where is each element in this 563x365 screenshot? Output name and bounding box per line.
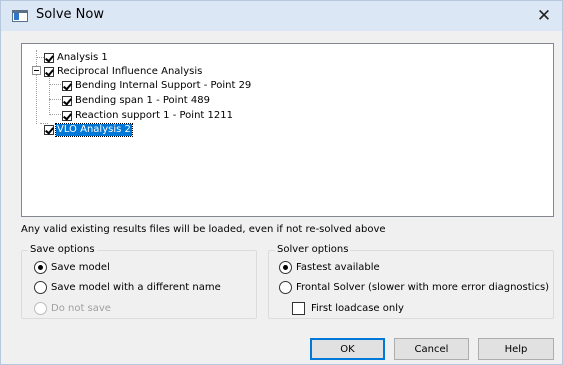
checkbox-icon[interactable]	[292, 302, 305, 315]
solve-now-dialog: Solve Now ✕ Analysis 1 Reciprocal Influe…	[0, 0, 563, 365]
tree-item-vlo-analysis-2[interactable]: VLO Analysis 2	[44, 122, 133, 137]
tree-connector	[49, 75, 50, 115]
radio-fastest-available[interactable]: Fastest available	[279, 261, 380, 274]
radio-label: Do not save	[51, 303, 111, 314]
tree-connector	[49, 84, 61, 85]
tree-item-label: VLO Analysis 2	[55, 122, 133, 137]
collapse-toggle-icon[interactable]	[32, 66, 41, 75]
checkbox-icon[interactable]	[44, 124, 54, 135]
radio-icon[interactable]	[34, 281, 47, 294]
checkbox-icon[interactable]	[44, 52, 54, 63]
checkbox-icon[interactable]	[62, 95, 72, 106]
title-bar: Solve Now ✕	[1, 1, 562, 31]
cancel-button[interactable]: Cancel	[394, 338, 469, 360]
tree-item-reaction-support[interactable]: Reaction support 1 - Point 1211	[62, 109, 234, 122]
window-app-icon	[12, 10, 28, 22]
help-button[interactable]: Help	[478, 338, 554, 360]
analysis-tree[interactable]: Analysis 1 Reciprocal Influence Analysis…	[21, 43, 554, 217]
results-notice: Any valid existing results files will be…	[21, 224, 386, 235]
tree-item-label: Reciprocal Influence Analysis	[57, 65, 203, 77]
tree-connector	[36, 50, 37, 124]
radio-save-model-different-name[interactable]: Save model with a different name	[34, 281, 221, 294]
radio-label: Fastest available	[296, 262, 380, 273]
checkbox-label: First loadcase only	[311, 303, 404, 314]
save-options-group: Save options Save model Save model with …	[21, 244, 257, 319]
tree-item-bending-span[interactable]: Bending span 1 - Point 489	[62, 94, 211, 107]
close-button[interactable]: ✕	[526, 1, 562, 31]
radio-icon[interactable]	[279, 261, 292, 274]
checkbox-icon[interactable]	[44, 66, 54, 77]
radio-icon[interactable]	[279, 281, 292, 294]
tree-connector	[36, 57, 44, 58]
tree-item-label: Bending span 1 - Point 489	[75, 94, 210, 106]
radio-frontal-solver[interactable]: Frontal Solver (slower with more error d…	[279, 281, 549, 294]
checkbox-icon[interactable]	[62, 110, 72, 121]
save-options-title: Save options	[28, 244, 97, 255]
radio-icon	[34, 302, 47, 315]
radio-save-model[interactable]: Save model	[34, 261, 110, 274]
ok-button[interactable]: OK	[310, 338, 385, 360]
radio-icon[interactable]	[34, 261, 47, 274]
radio-do-not-save: Do not save	[34, 302, 111, 315]
tree-connector	[49, 99, 61, 100]
radio-label: Frontal Solver (slower with more error d…	[296, 282, 550, 293]
solver-options-title: Solver options	[275, 244, 351, 255]
window-title: Solve Now	[36, 7, 104, 22]
tree-item-label: Analysis 1	[57, 51, 108, 63]
radio-label: Save model	[51, 262, 110, 273]
tree-item-label: Bending Internal Support - Point 29	[75, 79, 252, 91]
solver-options-group: Solver options Fastest available Frontal…	[268, 244, 554, 319]
checkbox-icon[interactable]	[62, 80, 72, 91]
tree-item-label: Reaction support 1 - Point 1211	[75, 109, 233, 121]
radio-label: Save model with a different name	[51, 282, 221, 293]
tree-item-bending-internal-support[interactable]: Bending Internal Support - Point 29	[62, 79, 252, 92]
tree-item-analysis-1[interactable]: Analysis 1	[44, 51, 109, 64]
tree-item-reciprocal-influence[interactable]: Reciprocal Influence Analysis	[44, 65, 203, 78]
tree-connector	[49, 114, 61, 115]
checkbox-first-loadcase-only[interactable]: First loadcase only	[292, 302, 404, 315]
